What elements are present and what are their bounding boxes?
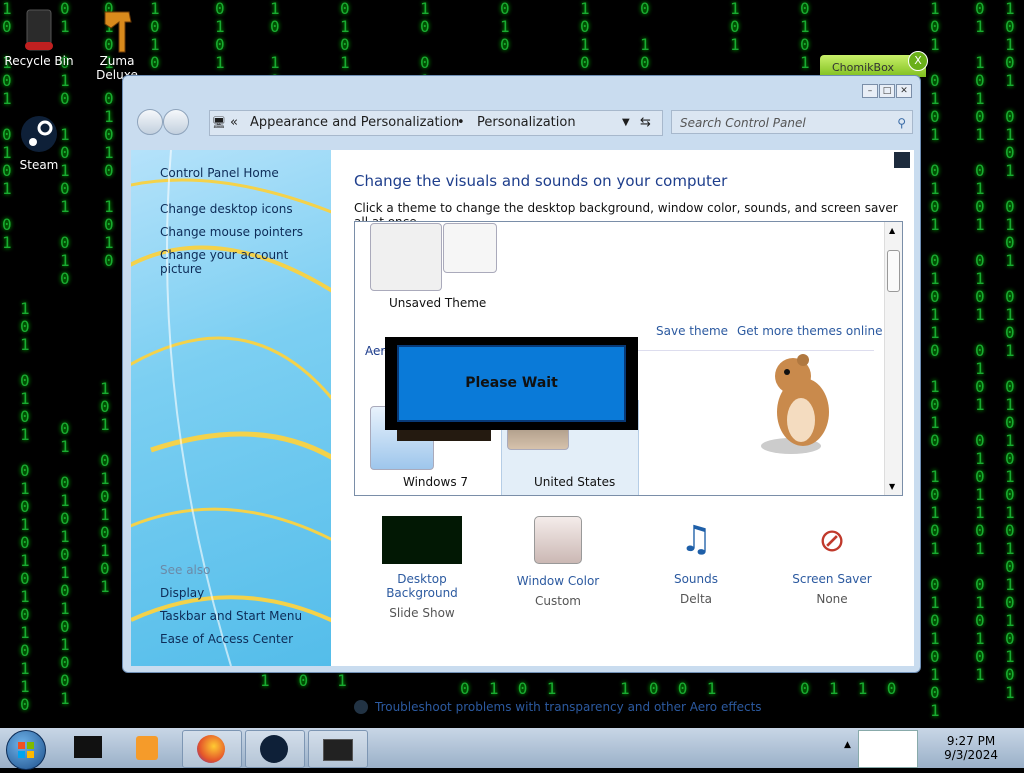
unsaved-theme-preview [443,223,497,273]
taskbar-firefox-button[interactable] [182,730,242,768]
window-color-label: Window Color [516,574,600,588]
scrollbar-thumb[interactable] [887,250,900,292]
address-bar[interactable]: 🖥 « Appearance and Personalization • Per… [209,110,663,136]
link-change-desktop-icons[interactable]: Change desktop icons [160,202,293,216]
desktop-background-value: Slide Show [389,606,455,620]
taskbar: ▲ 9:27 PM 9/3/2024 [0,728,1024,770]
search-icon[interactable]: ⚲ [897,111,906,135]
please-wait-message: Please Wait [397,345,626,422]
window-controls: – □ ✕ [862,84,912,98]
screen-saver-setting[interactable]: ⊘ Screen Saver None [772,516,892,606]
windows7-theme-label: Windows 7 [403,475,469,489]
link-change-mouse-pointers[interactable]: Change mouse pointers [160,225,303,239]
back-button[interactable] [137,109,163,135]
address-dropdown-icon[interactable]: ▼ [622,111,630,135]
see-also-heading: See also [160,563,211,577]
united-states-theme-label: United States [534,475,616,489]
desktop-background-icon [382,516,462,564]
system-tray: ▲ 9:27 PM 9/3/2024 [844,728,1024,768]
link-taskbar-start-menu[interactable]: Taskbar and Start Menu [160,609,302,623]
get-more-themes-link[interactable]: Get more themes online [737,324,883,338]
breadcrumb-personalization[interactable]: Personalization [477,111,576,135]
start-button[interactable] [6,730,46,770]
taskbar-steam-button[interactable] [245,730,305,768]
clock-date: 9/3/2024 [944,748,998,762]
unsaved-theme-thumbnail[interactable] [370,223,442,291]
chomikbox-label: ChomikBox [832,61,894,74]
troubleshoot-link[interactable]: Troubleshoot problems with transparency … [375,700,762,714]
navigation-bar: 🖥 « Appearance and Personalization • Per… [133,104,913,140]
desktop-icon-steam[interactable]: Steam [4,112,74,172]
firefox-icon [197,735,225,763]
left-task-pane: Control Panel Home Change desktop icons … [131,150,331,666]
maximize-button[interactable]: □ [879,84,895,98]
desktop-icon-label: Recycle Bin [4,54,74,68]
minimize-button[interactable]: – [862,84,878,98]
please-wait-dialog: Please Wait [385,337,638,430]
theme-list-scrollbar[interactable]: ▲ ▼ [884,222,902,495]
media-player-icon [136,736,158,760]
link-ease-of-access[interactable]: Ease of Access Center [160,632,293,646]
window-color-setting[interactable]: Window Color Custom [498,516,618,608]
desktop-icon-label: Steam [19,158,59,172]
forward-button[interactable] [163,109,189,135]
chomikbox-close-button[interactable]: X [908,51,928,71]
refresh-icon[interactable]: ⇆ [640,111,651,135]
desktop-background-label: Desktop Background [386,572,458,600]
screen-saver-icon: ⊘ [818,521,846,559]
zuma-icon [97,8,137,53]
desktop-background-setting[interactable]: Desktop Background Slide Show [362,516,482,620]
desktop-icon-zuma[interactable]: Zuma Deluxe [82,8,152,82]
steam-taskbar-icon [260,735,288,763]
troubleshoot-icon [354,700,368,714]
chomikbox-widget[interactable]: ChomikBox X [820,51,928,77]
screen-saver-label: Screen Saver [792,572,872,586]
sounds-setting[interactable]: ♫ Sounds Delta [636,516,756,606]
link-control-panel-home[interactable]: Control Panel Home [160,166,279,180]
control-panel-taskbar-icon [323,739,353,761]
sounds-label: Sounds [673,572,719,586]
sounds-value: Delta [679,592,712,606]
clock-time: 9:27 PM [946,734,996,748]
page-title: Change the visuals and sounds on your co… [354,172,728,190]
hamster-cursor-icon [761,354,829,454]
taskbar-explorer-button[interactable] [60,730,118,766]
window-color-value: Custom [535,594,581,608]
scroll-up-icon[interactable]: ▲ [889,226,895,235]
tray-expand-icon[interactable]: ▲ [844,740,851,750]
control-panel-icon: 🖥 [212,116,226,129]
breadcrumb-appearance[interactable]: Appearance and Personalization [250,111,459,135]
steam-icon [19,112,59,156]
recycle-bin-icon [19,8,59,52]
search-placeholder: Search Control Panel [680,116,806,130]
windows-logo-icon [18,742,34,758]
scroll-down-icon[interactable]: ▼ [889,482,895,491]
close-button[interactable]: ✕ [896,84,912,98]
search-input[interactable]: Search Control Panel ⚲ [671,110,913,134]
breadcrumb-separator: • [457,115,465,130]
desktop-icon-recycle-bin[interactable]: Recycle Bin [4,8,74,68]
clock[interactable]: 9:27 PM 9/3/2024 [944,734,998,762]
window-color-icon [534,516,582,564]
save-theme-link[interactable]: Save theme [656,324,728,338]
taskbar-media-player-button[interactable] [120,730,178,766]
address-chevrons[interactable]: « [230,111,238,135]
tray-network-icon[interactable] [858,730,918,768]
taskbar-control-panel-button[interactable] [308,730,368,768]
sounds-icon: ♫ [679,519,713,560]
screen-saver-value: None [816,592,848,606]
link-display[interactable]: Display [160,586,204,600]
explorer-icon [74,736,102,758]
link-change-account-picture[interactable]: Change your account picture [160,248,331,276]
unsaved-theme-label: Unsaved Theme [389,296,487,310]
help-icon[interactable] [894,152,910,168]
